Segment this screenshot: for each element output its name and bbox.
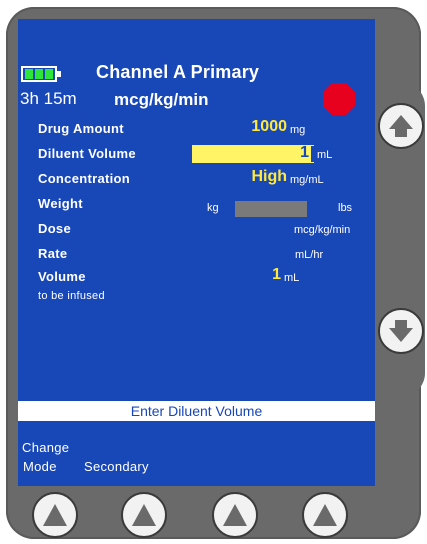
- weight-unit-kg: kg: [207, 202, 219, 214]
- stop-octagon-icon[interactable]: [322, 82, 356, 116]
- diluent-volume-input[interactable]: 1: [192, 144, 314, 163]
- prompt-bar: Enter Diluent Volume: [18, 401, 375, 421]
- dose-unit: mcg/kg/min: [294, 224, 351, 236]
- channel-title: Channel A Primary: [96, 62, 260, 82]
- concentration-unit: mg/mL: [290, 174, 324, 186]
- softkey-change-mode-line1: Change: [22, 440, 70, 455]
- volume-unit: mL: [284, 272, 300, 284]
- rate-label: Rate: [38, 246, 68, 261]
- diluent-volume-unit: mL: [317, 149, 333, 161]
- drug-amount-unit: mg: [290, 124, 306, 136]
- softkey-change-mode-line2: Mode: [23, 459, 57, 474]
- scroll-up-button[interactable]: [378, 103, 424, 149]
- diluent-volume-label: Diluent Volume: [38, 146, 136, 161]
- concentration-value[interactable]: High: [251, 168, 287, 186]
- softkey-secondary-label: Secondary: [84, 459, 149, 474]
- up-triangle-icon: [43, 504, 67, 526]
- volume-label: Volume: [38, 269, 86, 284]
- up-triangle-icon: [223, 504, 247, 526]
- volume-value[interactable]: 1: [272, 266, 281, 284]
- weight-unit-lbs: lbs: [338, 202, 353, 214]
- scroll-down-button[interactable]: [378, 308, 424, 354]
- softkey-4-button[interactable]: [302, 492, 348, 538]
- battery-icon: [21, 66, 61, 82]
- drug-amount-value[interactable]: 1000: [251, 118, 287, 136]
- diluent-volume-value: 1: [300, 144, 309, 161]
- up-arrow-icon: [389, 115, 413, 137]
- concentration-label: Concentration: [38, 171, 131, 186]
- text-cursor: [311, 146, 314, 162]
- softkey-2-button[interactable]: [121, 492, 167, 538]
- dose-label: Dose: [38, 221, 71, 236]
- softkey-1-button[interactable]: [32, 492, 78, 538]
- up-triangle-icon: [313, 504, 337, 526]
- rate-unit: mL/hr: [295, 249, 324, 261]
- dose-units-header: mcg/kg/min: [114, 90, 209, 109]
- weight-input[interactable]: [235, 201, 307, 217]
- up-triangle-icon: [132, 504, 156, 526]
- softkey-3-button[interactable]: [212, 492, 258, 538]
- pump-screen: Channel A Primary 3h 15m mcg/kg/min Drug…: [18, 19, 375, 486]
- time-remaining: 3h 15m: [20, 89, 77, 108]
- drug-amount-label: Drug Amount: [38, 121, 124, 136]
- weight-label: Weight: [38, 196, 83, 211]
- volume-sublabel: to be infused: [38, 290, 105, 302]
- down-arrow-icon: [389, 320, 413, 342]
